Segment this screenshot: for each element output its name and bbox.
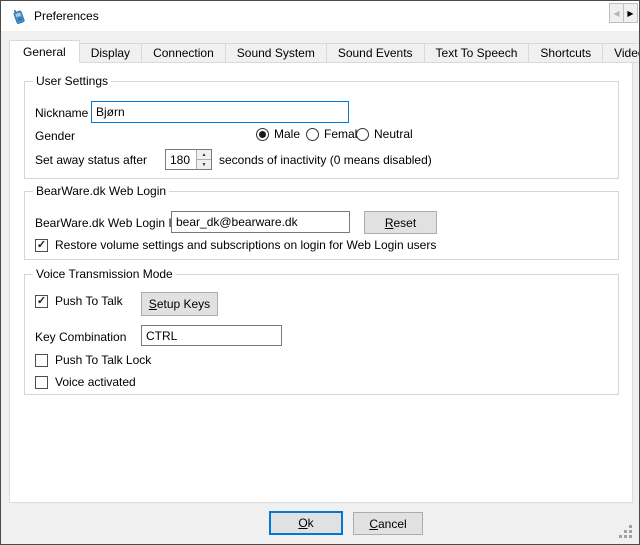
tab-shortcuts[interactable]: Shortcuts (528, 43, 603, 63)
radio-unselected-icon (306, 128, 319, 141)
nickname-label: Nickname (35, 106, 88, 120)
checkbox-checked-icon: ✓ (35, 295, 48, 308)
tab-bar: General Display Connection Sound System … (9, 40, 631, 63)
teamtalk-app-icon (11, 8, 27, 24)
spinner-up-button[interactable]: ▲ (197, 150, 211, 160)
nickname-input[interactable] (91, 101, 349, 123)
tab-display[interactable]: Display (79, 43, 142, 63)
restore-volume-label: Restore volume settings and subscription… (55, 238, 436, 252)
away-seconds-spinner[interactable]: 180 ▲ ▼ (165, 149, 212, 170)
tab-sound-events[interactable]: Sound Events (326, 43, 425, 63)
restore-volume-checkbox[interactable]: ✓ Restore volume settings and subscripti… (35, 238, 436, 252)
tab-video[interactable]: Video (602, 43, 640, 63)
setup-keys-button[interactable]: Setup Keys (141, 292, 218, 316)
web-login-group: BearWare.dk Web Login BearWare.dk Web Lo… (24, 191, 619, 260)
tab-scroll-right-button[interactable]: ▶ (623, 3, 638, 23)
web-login-group-title: BearWare.dk Web Login (33, 184, 169, 198)
push-to-talk-lock-label: Push To Talk Lock (55, 353, 151, 367)
arrow-down-icon: ▼ (202, 162, 207, 168)
gender-neutral-label: Neutral (374, 127, 413, 141)
voice-activated-label: Voice activated (55, 375, 136, 389)
chevron-left-icon: ◀ (613, 9, 619, 18)
away-status-label: Set away status after (35, 153, 147, 167)
spinner-buttons: ▲ ▼ (196, 150, 211, 169)
gender-label: Gender (35, 129, 75, 143)
general-tab-page: User Settings Nickname Gender Male Femal… (9, 62, 633, 503)
away-status-suffix-label: seconds of inactivity (0 means disabled) (219, 153, 432, 167)
voice-activated-checkbox[interactable]: Voice activated (35, 375, 136, 389)
push-to-talk-label: Push To Talk (55, 294, 123, 308)
key-combination-label: Key Combination (35, 330, 126, 344)
cancel-button[interactable]: Cancel (353, 512, 423, 535)
checkbox-unchecked-icon (35, 354, 48, 367)
push-to-talk-checkbox[interactable]: ✓ Push To Talk (35, 294, 123, 308)
tab-scroll-buttons: ◀ ▶ (610, 3, 638, 23)
gender-radio-neutral[interactable]: Neutral (356, 127, 413, 141)
spinner-down-button[interactable]: ▼ (197, 160, 211, 169)
window-title: Preferences (34, 1, 99, 31)
ok-button[interactable]: Ok (269, 511, 343, 535)
preferences-dialog: Preferences ✕ General Display Connection… (0, 0, 640, 545)
voice-transmission-group: Voice Transmission Mode ✓ Push To Talk S… (24, 274, 619, 395)
arrow-up-icon: ▲ (202, 152, 207, 158)
web-login-id-input[interactable] (171, 211, 350, 233)
chevron-right-icon: ▶ (627, 9, 633, 18)
tab-connection[interactable]: Connection (141, 43, 226, 63)
user-settings-group-title: User Settings (33, 74, 111, 88)
push-to-talk-lock-checkbox[interactable]: Push To Talk Lock (35, 353, 151, 367)
tab-sound-system[interactable]: Sound System (225, 43, 327, 63)
key-combination-input[interactable] (141, 325, 282, 346)
title-bar[interactable]: Preferences ✕ (1, 1, 639, 31)
tab-general[interactable]: General (9, 40, 80, 63)
web-login-id-label: BearWare.dk Web Login ID (35, 216, 180, 230)
gender-radio-male[interactable]: Male (256, 127, 300, 141)
gender-male-label: Male (274, 127, 300, 141)
resize-grip-icon[interactable] (619, 525, 633, 539)
checkbox-checked-icon: ✓ (35, 239, 48, 252)
radio-selected-icon (256, 128, 269, 141)
tab-scroll-left-button[interactable]: ◀ (609, 3, 624, 23)
away-seconds-value: 180 (166, 150, 196, 169)
user-settings-group: User Settings Nickname Gender Male Femal… (24, 81, 619, 179)
radio-unselected-icon (356, 128, 369, 141)
tab-text-to-speech[interactable]: Text To Speech (424, 43, 530, 63)
reset-button[interactable]: Reset (364, 211, 437, 234)
voice-transmission-group-title: Voice Transmission Mode (33, 267, 176, 281)
checkbox-unchecked-icon (35, 376, 48, 389)
